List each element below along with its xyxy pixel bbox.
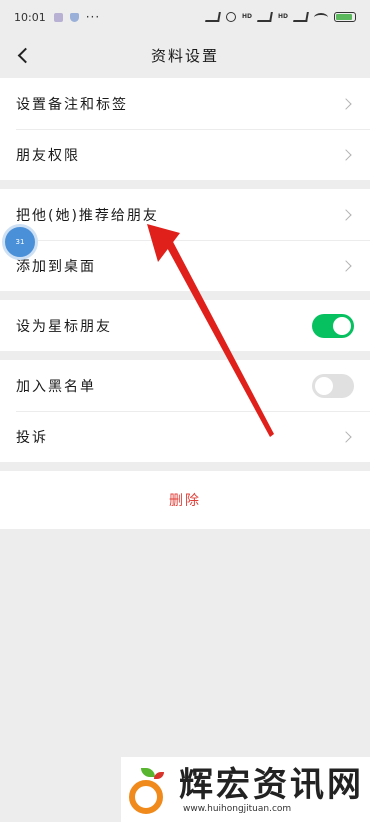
status-time: 10:01 [14, 10, 46, 24]
app-notification-icon [53, 12, 63, 22]
chevron-right-icon [340, 97, 352, 110]
row-label: 设为星标朋友 [16, 318, 112, 335]
status-icons: HD HD [205, 12, 356, 22]
toggle-knob [315, 376, 333, 395]
alarm-icon [225, 12, 236, 22]
chevron-right-icon [340, 148, 352, 161]
leaf-green [141, 767, 155, 777]
settings-group-1: 设置备注和标签 朋友权限 [0, 78, 370, 180]
chevron-right-icon [340, 259, 352, 272]
settings-group-4: 加入黑名单 投诉 [0, 360, 370, 462]
watermark-text: 辉宏资讯网 www.huihongjituan.com [179, 766, 364, 814]
orange-ring [129, 779, 163, 814]
shield-icon [69, 12, 79, 22]
battery-level [336, 14, 353, 20]
star-friend-toggle[interactable] [312, 313, 354, 338]
row-set-remark-and-tags[interactable]: 设置备注和标签 [0, 78, 370, 129]
row-label: 加入黑名单 [16, 378, 96, 395]
leaf-red [154, 771, 164, 779]
row-add-to-desktop[interactable]: 添加到桌面 [0, 240, 370, 291]
signal-icon-2 [257, 12, 273, 22]
floating-ball-label: 31 [15, 238, 25, 246]
settings-group-3: 设为星标朋友 [0, 300, 370, 351]
watermark-url: www.huihongjituan.com [183, 803, 292, 814]
wifi-icon [314, 12, 328, 22]
row-label: 设置备注和标签 [16, 96, 128, 113]
row-star-friend: 设为星标朋友 [0, 300, 370, 351]
back-button[interactable] [10, 43, 34, 67]
settings-group-2: 把他(她)推荐给朋友 添加到桌面 [0, 189, 370, 291]
signal-icon-3 [293, 12, 309, 22]
orange-logo-icon [125, 766, 173, 814]
delete-button[interactable]: 删除 [0, 471, 370, 529]
row-add-to-blacklist: 加入黑名单 [0, 360, 370, 411]
row-label: 朋友权限 [16, 147, 80, 164]
toggle-knob [333, 316, 351, 335]
more-notifications-icon: ··· [85, 10, 101, 24]
row-friend-permissions[interactable]: 朋友权限 [0, 129, 370, 180]
battery-icon [334, 12, 356, 22]
chevron-right-icon [340, 208, 352, 221]
chevron-right-icon [340, 430, 352, 443]
signal-icon [205, 12, 221, 22]
delete-group: 删除 [0, 471, 370, 529]
blacklist-toggle[interactable] [312, 373, 354, 398]
watermark: 辉宏资讯网 www.huihongjituan.com [121, 757, 370, 822]
nav-bar: 资料设置 [0, 34, 370, 76]
chevron-left-icon [17, 47, 33, 63]
watermark-title: 辉宏资讯网 [179, 764, 364, 805]
row-label: 添加到桌面 [16, 258, 96, 275]
floating-ball-button[interactable]: 31 [2, 224, 38, 260]
row-label: 投诉 [16, 429, 48, 446]
hd-label-2: HD [277, 13, 288, 20]
row-label: 把他(她)推荐给朋友 [16, 207, 159, 224]
page-title: 资料设置 [150, 46, 219, 65]
row-recommend-to-friends[interactable]: 把他(她)推荐给朋友 [0, 189, 370, 240]
status-bar: 10:01 ··· HD HD [0, 0, 370, 34]
row-complain[interactable]: 投诉 [0, 411, 370, 462]
hd-label: HD [241, 13, 252, 20]
